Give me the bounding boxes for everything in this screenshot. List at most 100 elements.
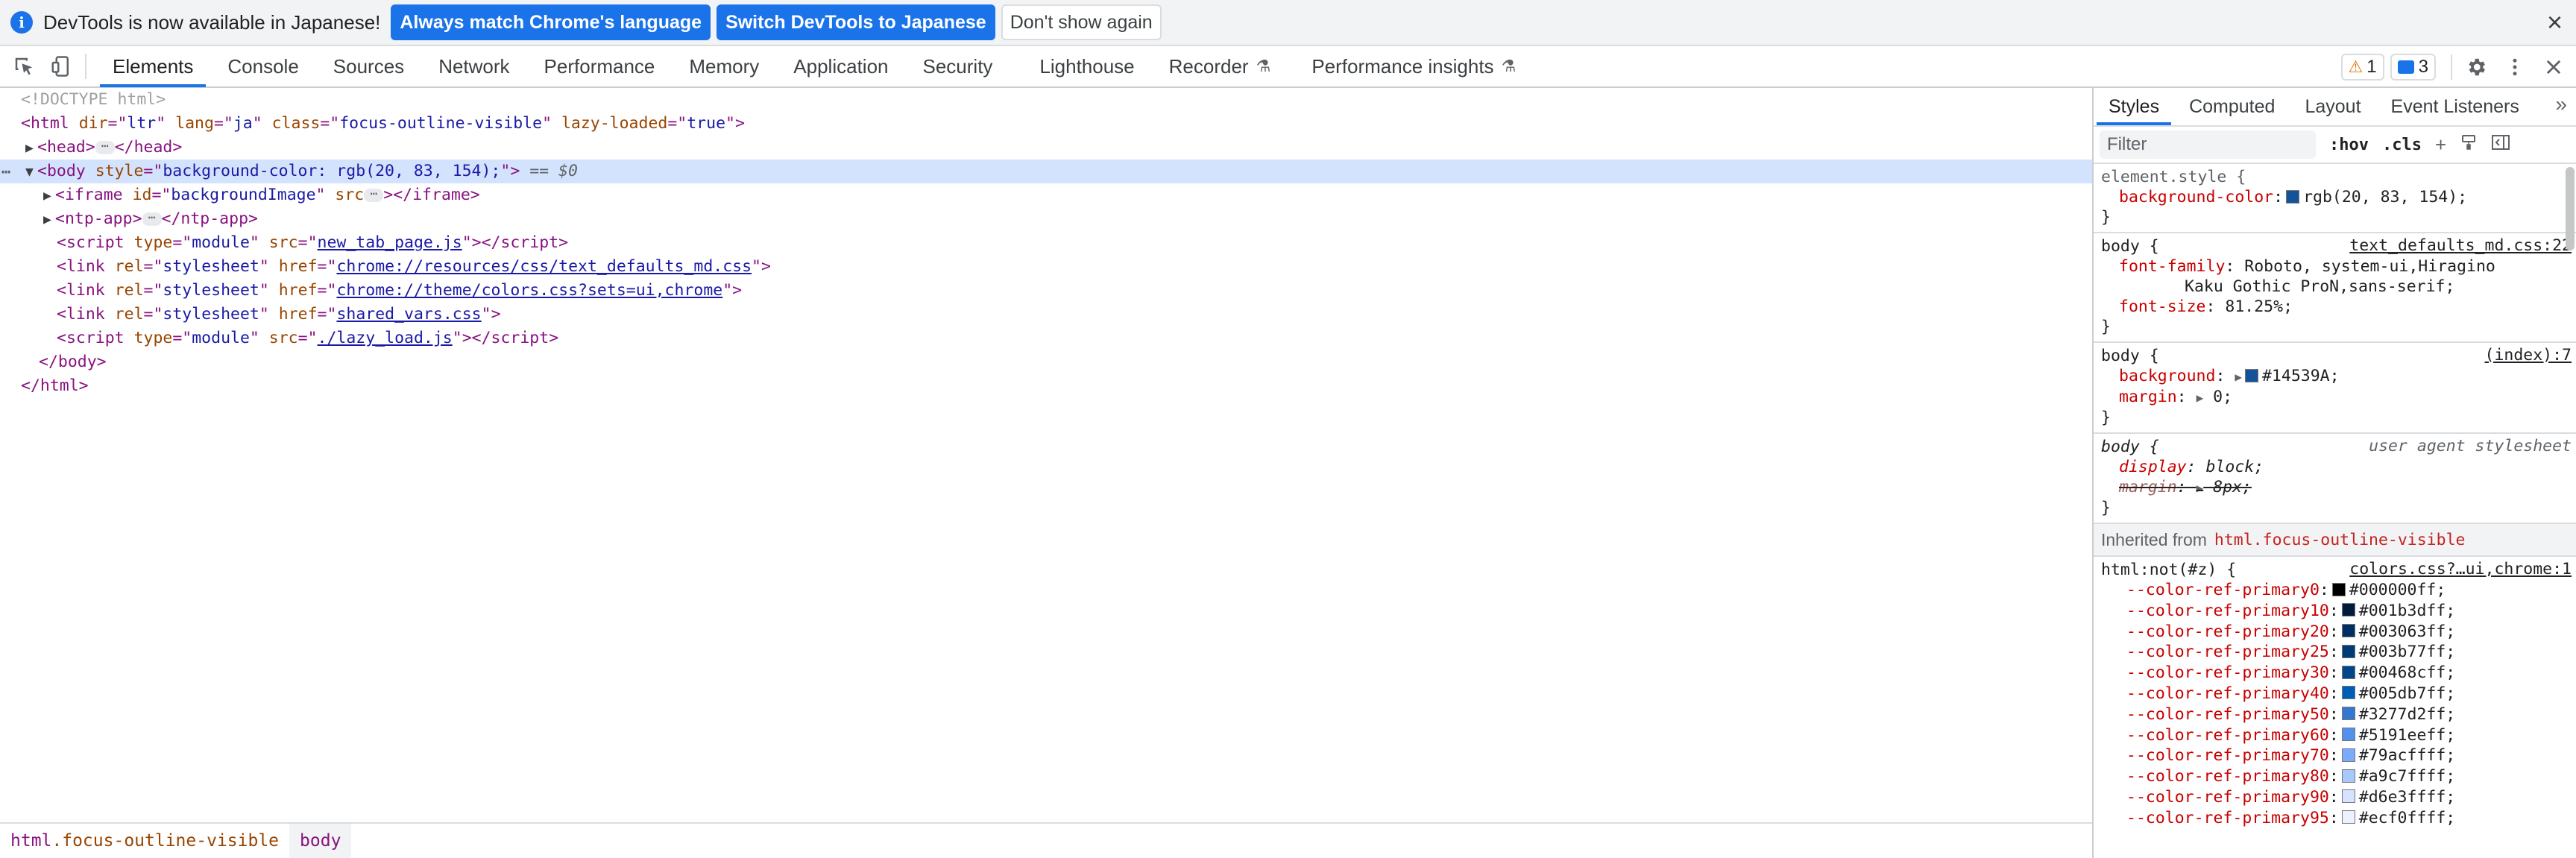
tab-network[interactable]: Network	[421, 45, 526, 87]
color-swatch[interactable]	[2341, 665, 2355, 679]
expand-shorthand-icon[interactable]: ▶	[2235, 370, 2242, 384]
tab-computed[interactable]: Computed	[2174, 88, 2290, 125]
dont-show-again-button[interactable]: Don't show again	[1001, 4, 1162, 40]
collapsed-dots-icon[interactable]: ⋯	[364, 188, 384, 202]
color-swatch[interactable]	[2341, 707, 2355, 721]
color-swatch[interactable]	[2341, 789, 2355, 804]
paint-brush-icon[interactable]	[2460, 133, 2478, 157]
dom-node-script[interactable]: <script type="module" src="new_tab_page.…	[0, 231, 2092, 255]
expand-triangle-icon[interactable]: ▶	[43, 208, 55, 232]
resource-link[interactable]: shared_vars.css	[336, 305, 481, 324]
breadcrumb-body[interactable]: body	[289, 824, 352, 858]
tab-event-listeners[interactable]: Event Listeners	[2376, 88, 2534, 125]
expand-triangle-icon[interactable]: ▶	[43, 184, 55, 208]
dom-node-link[interactable]: <link rel="stylesheet" href="shared_vars…	[0, 303, 2092, 327]
node-actions-icon[interactable]: ⋯	[1, 160, 10, 183]
css-variable-property[interactable]: --color-ref-primary20: #003063ff;	[2101, 622, 2570, 643]
color-swatch[interactable]	[2341, 728, 2355, 742]
color-swatch[interactable]	[2341, 686, 2355, 700]
color-swatch[interactable]	[2341, 769, 2355, 783]
rule-source-link[interactable]: (index):7	[2485, 346, 2572, 365]
css-variable-property[interactable]: --color-ref-primary80: #a9c7ffff;	[2101, 766, 2570, 787]
close-devtools-icon[interactable]	[2539, 52, 2569, 82]
style-property[interactable]: background-color: rgb(20, 83, 154);	[2101, 187, 2570, 207]
css-variable-property[interactable]: --color-ref-primary60: #5191eeff;	[2101, 725, 2570, 746]
more-tabs-chevron-icon[interactable]: »	[2555, 92, 2567, 116]
tab-styles[interactable]: Styles	[2094, 88, 2174, 125]
expand-shorthand-icon[interactable]: ▶	[2196, 391, 2204, 405]
dom-node-link[interactable]: <link rel="stylesheet" href="chrome://re…	[0, 255, 2092, 279]
expand-shorthand-icon[interactable]: ▶	[2196, 481, 2204, 495]
css-variable-property[interactable]: --color-ref-primary70: #79acffff;	[2101, 745, 2570, 766]
settings-gear-icon[interactable]	[2461, 52, 2491, 82]
class-toggle[interactable]: .cls	[2382, 136, 2422, 154]
rule-source-link[interactable]: text_defaults_md.css:22	[2349, 236, 2572, 255]
dom-node-link[interactable]: <link rel="stylesheet" href="chrome://th…	[0, 279, 2092, 303]
resource-link[interactable]: chrome://resources/css/text_defaults_md.…	[336, 257, 752, 276]
color-swatch[interactable]	[2341, 810, 2355, 824]
collapse-triangle-icon[interactable]: ▼	[25, 160, 37, 184]
style-property[interactable]: margin: ▶ 0;	[2101, 387, 2570, 408]
style-property[interactable]: font-family: Roboto, system-ui,Hiragino	[2101, 256, 2570, 277]
rule-source-link[interactable]: colors.css?…ui,chrome:1	[2349, 560, 2572, 578]
tab-recorder[interactable]: Recorder ⚗	[1152, 45, 1288, 87]
dom-close-body[interactable]: </body>	[0, 350, 2092, 374]
new-rule-plus-icon[interactable]: +	[2435, 133, 2446, 157]
color-swatch[interactable]	[2341, 748, 2355, 762]
css-variable-property[interactable]: --color-ref-primary90: #d6e3ffff;	[2101, 787, 2570, 808]
tab-performance[interactable]: Performance	[527, 45, 673, 87]
collapsed-dots-icon[interactable]: ⋯	[95, 140, 115, 154]
color-swatch[interactable]	[2341, 624, 2355, 638]
tab-performance-insights[interactable]: Performance insights ⚗	[1288, 45, 1533, 87]
color-swatch[interactable]	[2341, 644, 2355, 658]
breadcrumb-html[interactable]: html .focus-outline-visible	[0, 824, 289, 858]
warnings-badge[interactable]: ⚠ 1	[2340, 54, 2384, 81]
tab-layout[interactable]: Layout	[2290, 88, 2375, 125]
inspect-element-icon[interactable]	[9, 51, 39, 81]
tab-console[interactable]: Console	[210, 45, 315, 87]
device-toolbar-icon[interactable]	[46, 51, 76, 81]
messages-badge[interactable]: 3	[2390, 54, 2436, 81]
dom-node-head[interactable]: ▶ <head> ⋯ </head>	[0, 136, 2092, 160]
tab-sources[interactable]: Sources	[316, 45, 421, 87]
toggle-sidebar-icon[interactable]	[2491, 133, 2510, 157]
sidebar-scrollbar[interactable]	[2566, 167, 2575, 250]
css-variable-property[interactable]: --color-ref-primary25: #003b77ff;	[2101, 642, 2570, 663]
dom-close-html[interactable]: </html>	[0, 374, 2092, 398]
dom-node-iframe[interactable]: ▶ <iframe id="backgroundImage" src ⋯ ></ifr…	[0, 183, 2092, 207]
dom-node-script[interactable]: <script type="module" src="./lazy_load.j…	[0, 327, 2092, 350]
inherited-selector-link[interactable]: html.focus-outline-visible	[2214, 531, 2466, 549]
style-property[interactable]: background: ▶ #14539A;	[2101, 366, 2570, 387]
switch-to-japanese-button[interactable]: Switch DevTools to Japanese	[717, 4, 995, 40]
dom-doctype[interactable]: <!DOCTYPE html>	[0, 88, 2092, 112]
resource-link[interactable]: chrome://theme/colors.css?sets=ui,chrome	[336, 281, 722, 300]
tab-lighthouse[interactable]: Lighthouse	[1010, 45, 1151, 87]
styles-filter-input[interactable]	[2100, 130, 2316, 159]
color-swatch[interactable]	[2286, 189, 2300, 204]
tab-memory[interactable]: Memory	[672, 45, 776, 87]
color-swatch[interactable]	[2331, 582, 2346, 596]
hover-state-toggle[interactable]: :hov	[2329, 136, 2369, 154]
css-variable-property[interactable]: --color-ref-primary0: #000000ff;	[2101, 580, 2570, 601]
expand-triangle-icon[interactable]: ▶	[25, 136, 37, 160]
resource-link[interactable]: ./lazy_load.js	[318, 329, 453, 347]
tab-security[interactable]: Security	[906, 45, 1010, 87]
css-variable-property[interactable]: --color-ref-primary95: #ecf0ffff;	[2101, 808, 2570, 829]
color-swatch[interactable]	[2341, 603, 2355, 617]
css-variable-property[interactable]: --color-ref-primary40: #005db7ff;	[2101, 684, 2570, 704]
resource-link[interactable]: new_tab_page.js	[318, 233, 462, 252]
dom-node-ntp-app[interactable]: ▶ <ntp-app> ⋯ </ntp-app>	[0, 207, 2092, 231]
dom-node-body-selected[interactable]: ⋯ ▼ <body style="background-color: rgb(20,…	[0, 160, 2092, 183]
collapsed-dots-icon[interactable]: ⋯	[142, 212, 162, 226]
css-variable-property[interactable]: --color-ref-primary50: #3277d2ff;	[2101, 704, 2570, 725]
tab-elements[interactable]: Elements	[95, 45, 210, 87]
css-variable-property[interactable]: --color-ref-primary10: #001b3dff;	[2101, 601, 2570, 622]
css-variable-property[interactable]: --color-ref-primary30: #00468cff;	[2101, 663, 2570, 684]
style-property[interactable]: font-size: 81.25%;	[2101, 297, 2570, 317]
color-swatch[interactable]	[2244, 368, 2258, 382]
tab-application[interactable]: Application	[776, 45, 905, 87]
match-chrome-language-button[interactable]: Always match Chrome's language	[391, 4, 711, 40]
dom-node-html[interactable]: <html dir="ltr" lang="ja" class="focus-o…	[0, 112, 2092, 136]
infobar-close-icon[interactable]: ×	[2547, 7, 2563, 37]
more-options-icon[interactable]	[2500, 52, 2530, 82]
